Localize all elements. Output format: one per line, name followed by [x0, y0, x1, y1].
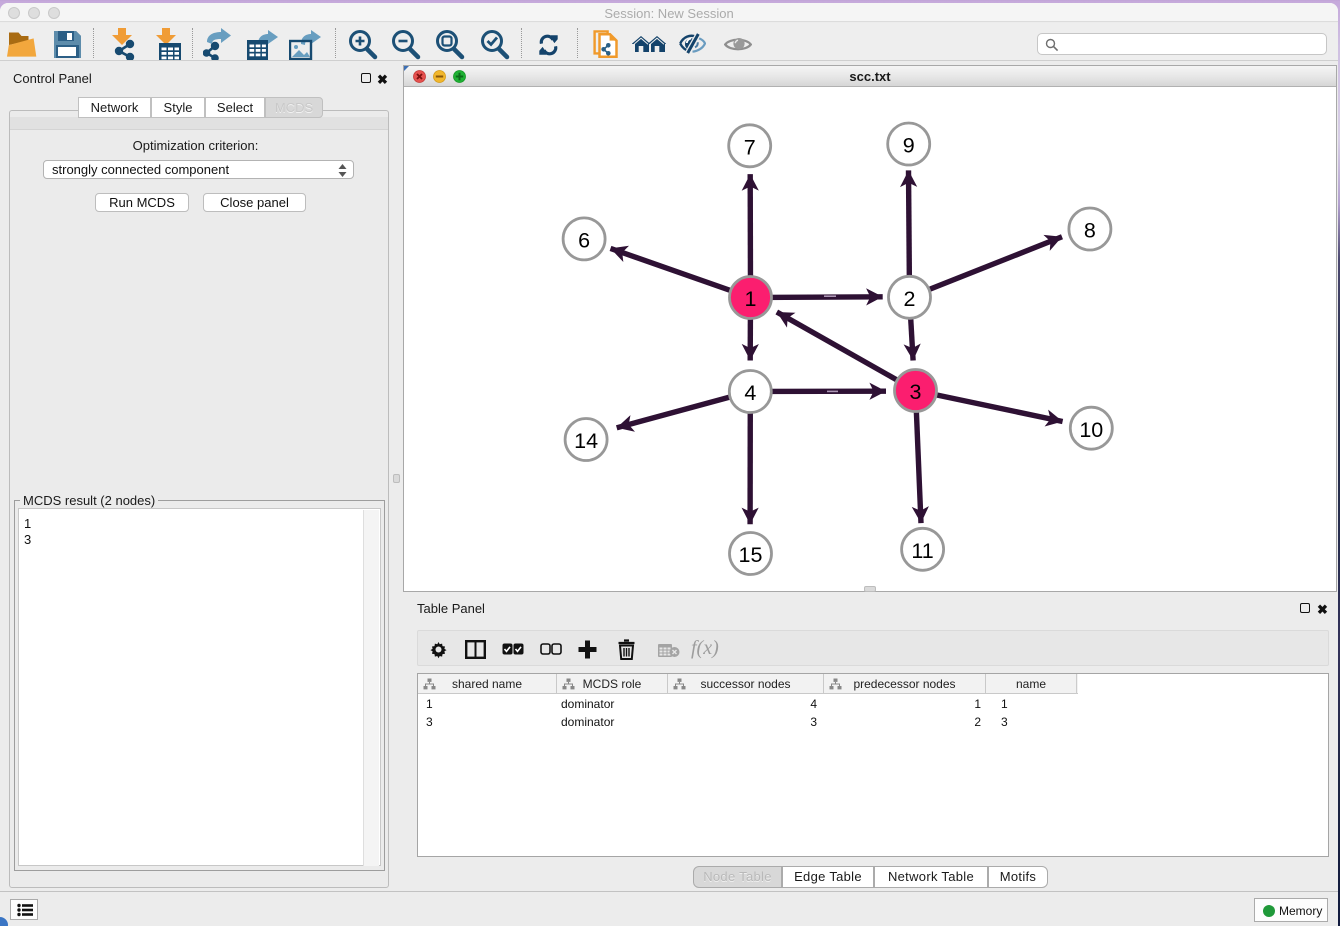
svg-text:7: 7 [744, 136, 756, 160]
svg-text:8: 8 [1084, 219, 1096, 243]
svg-text:1: 1 [745, 287, 757, 311]
svg-text:10: 10 [1079, 418, 1103, 442]
svg-text:15: 15 [739, 543, 763, 567]
svg-text:6: 6 [578, 229, 590, 253]
svg-text:14: 14 [574, 429, 598, 453]
svg-text:9: 9 [903, 134, 915, 158]
svg-text:2: 2 [904, 287, 916, 311]
svg-text:11: 11 [911, 539, 933, 563]
svg-text:3: 3 [910, 380, 922, 404]
svg-text:4: 4 [744, 381, 756, 405]
